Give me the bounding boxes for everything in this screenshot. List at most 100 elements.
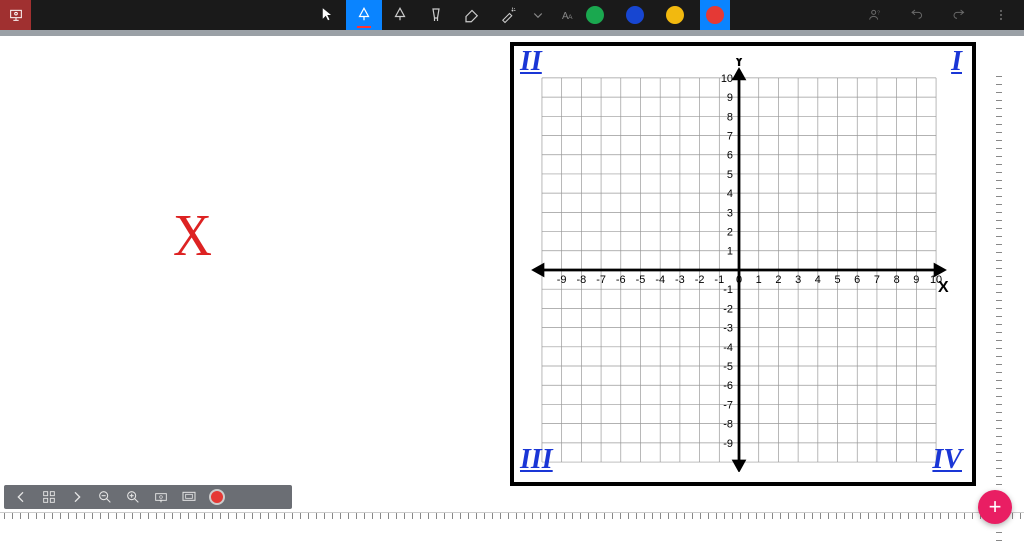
highlighter-icon <box>427 6 445 24</box>
person-button[interactable]: ? <box>860 0 890 30</box>
svg-text:10: 10 <box>721 73 733 85</box>
fit-screen-button[interactable] <box>180 488 198 506</box>
undo-icon <box>909 7 925 23</box>
add-page-fab[interactable]: + <box>978 490 1012 524</box>
svg-text:7: 7 <box>874 274 880 286</box>
svg-text:6: 6 <box>727 150 733 162</box>
svg-text:-1: -1 <box>723 284 733 296</box>
page-grid-button[interactable] <box>40 488 58 506</box>
prev-page-button[interactable] <box>12 488 30 506</box>
more-tools-dropdown[interactable] <box>526 0 550 30</box>
text-tool-icon: AA <box>559 6 577 24</box>
triangle-pen-icon <box>391 6 409 24</box>
svg-text:-8: -8 <box>577 274 587 286</box>
cursor-tool[interactable] <box>310 0 346 30</box>
svg-text:-4: -4 <box>723 342 733 354</box>
svg-text:-2: -2 <box>695 274 705 286</box>
color-cluster <box>580 0 730 30</box>
svg-text:3: 3 <box>727 207 733 219</box>
eraser-tool[interactable] <box>454 0 490 30</box>
highlighter-tool[interactable] <box>418 0 454 30</box>
svg-text:-9: -9 <box>557 274 567 286</box>
recording-indicator[interactable] <box>0 0 31 30</box>
svg-text:8: 8 <box>727 111 733 123</box>
svg-text:2: 2 <box>727 227 733 239</box>
more-vert-icon <box>993 7 1009 23</box>
record-button[interactable] <box>208 488 226 506</box>
plus-icon: + <box>989 494 1002 520</box>
zoom-in-icon <box>125 489 141 505</box>
ruler-vertical <box>996 72 1016 546</box>
chevron-down-icon <box>529 6 547 24</box>
color-green[interactable] <box>580 0 610 30</box>
x-axis-label: X <box>938 279 949 296</box>
svg-text:6: 6 <box>854 274 860 286</box>
coordinate-plane-container: -9-8-7-6-5-4-3-2-1012345678910 -9-8-7-6-… <box>510 42 976 486</box>
ruler-horizontal <box>0 512 1024 532</box>
svg-text:?: ? <box>877 10 880 16</box>
svg-text:-8: -8 <box>723 419 733 431</box>
quadrant-label-3: III <box>520 444 553 476</box>
svg-text:-3: -3 <box>723 323 733 335</box>
next-page-button[interactable] <box>68 488 86 506</box>
zoom-out-icon <box>97 489 113 505</box>
svg-text:-4: -4 <box>655 274 665 286</box>
tool-cluster: AA <box>310 0 586 30</box>
laser-pointer-tool[interactable] <box>490 0 526 30</box>
record-icon <box>209 489 225 505</box>
fit-screen-icon <box>181 489 197 505</box>
svg-text:2: 2 <box>775 274 781 286</box>
svg-text:8: 8 <box>894 274 900 286</box>
redo-icon <box>951 7 967 23</box>
triangle-pen-tool[interactable] <box>382 0 418 30</box>
eraser-icon <box>463 6 481 24</box>
svg-text:0: 0 <box>736 274 742 286</box>
more-button[interactable] <box>986 0 1016 30</box>
svg-text:4: 4 <box>727 188 733 200</box>
cursor-icon <box>319 6 337 24</box>
undo-button[interactable] <box>902 0 932 30</box>
person-icon: ? <box>867 7 883 23</box>
svg-text:-7: -7 <box>596 274 606 286</box>
pen-tool[interactable] <box>346 0 382 30</box>
chevron-right-icon <box>69 489 85 505</box>
svg-text:1: 1 <box>727 246 733 258</box>
fit-width-button[interactable] <box>152 488 170 506</box>
color-blue[interactable] <box>620 0 650 30</box>
quadrant-label-4: IV <box>932 444 962 476</box>
whiteboard-stage[interactable]: X -9 -8 -7 -6 -5 -4 -3 -2 -10 1 2 3 4 5 6 7 8 9 10 -9 -8 -7 -… <box>0 36 1024 506</box>
quadrant-label-2: II <box>520 46 542 78</box>
svg-text:-2: -2 <box>723 303 733 315</box>
pen-tool-icon <box>355 6 373 24</box>
svg-text:-7: -7 <box>723 399 733 411</box>
presentation-icon <box>8 7 24 23</box>
svg-text:9: 9 <box>727 92 733 104</box>
svg-text:7: 7 <box>727 131 733 143</box>
top-toolbar: AA ? <box>0 0 1024 30</box>
handwritten-annotation-x: X <box>173 201 212 269</box>
fit-width-icon <box>153 489 169 505</box>
svg-text:-9: -9 <box>723 438 733 450</box>
svg-text:5: 5 <box>834 274 840 286</box>
zoom-out-button[interactable] <box>96 488 114 506</box>
grid-icon <box>41 489 57 505</box>
coordinate-plane-svg: -9-8-7-6-5-4-3-2-1012345678910 -9-8-7-6-… <box>530 58 952 472</box>
svg-text:9: 9 <box>913 274 919 286</box>
chevron-left-icon <box>13 489 29 505</box>
color-yellow[interactable] <box>660 0 690 30</box>
svg-text:-5: -5 <box>636 274 646 286</box>
svg-text:-3: -3 <box>675 274 685 286</box>
laser-pointer-icon <box>499 6 517 24</box>
svg-text:4: 4 <box>815 274 821 286</box>
redo-button[interactable] <box>944 0 974 30</box>
zoom-in-button[interactable] <box>124 488 142 506</box>
svg-text:-6: -6 <box>723 380 733 392</box>
color-red[interactable] <box>700 0 730 30</box>
svg-text:3: 3 <box>795 274 801 286</box>
svg-text:A: A <box>568 14 573 21</box>
svg-text:1: 1 <box>756 274 762 286</box>
right-cluster: ? <box>860 0 1016 30</box>
y-axis-label: Y <box>734 58 745 70</box>
bottom-controls <box>4 485 292 509</box>
svg-text:-5: -5 <box>723 361 733 373</box>
